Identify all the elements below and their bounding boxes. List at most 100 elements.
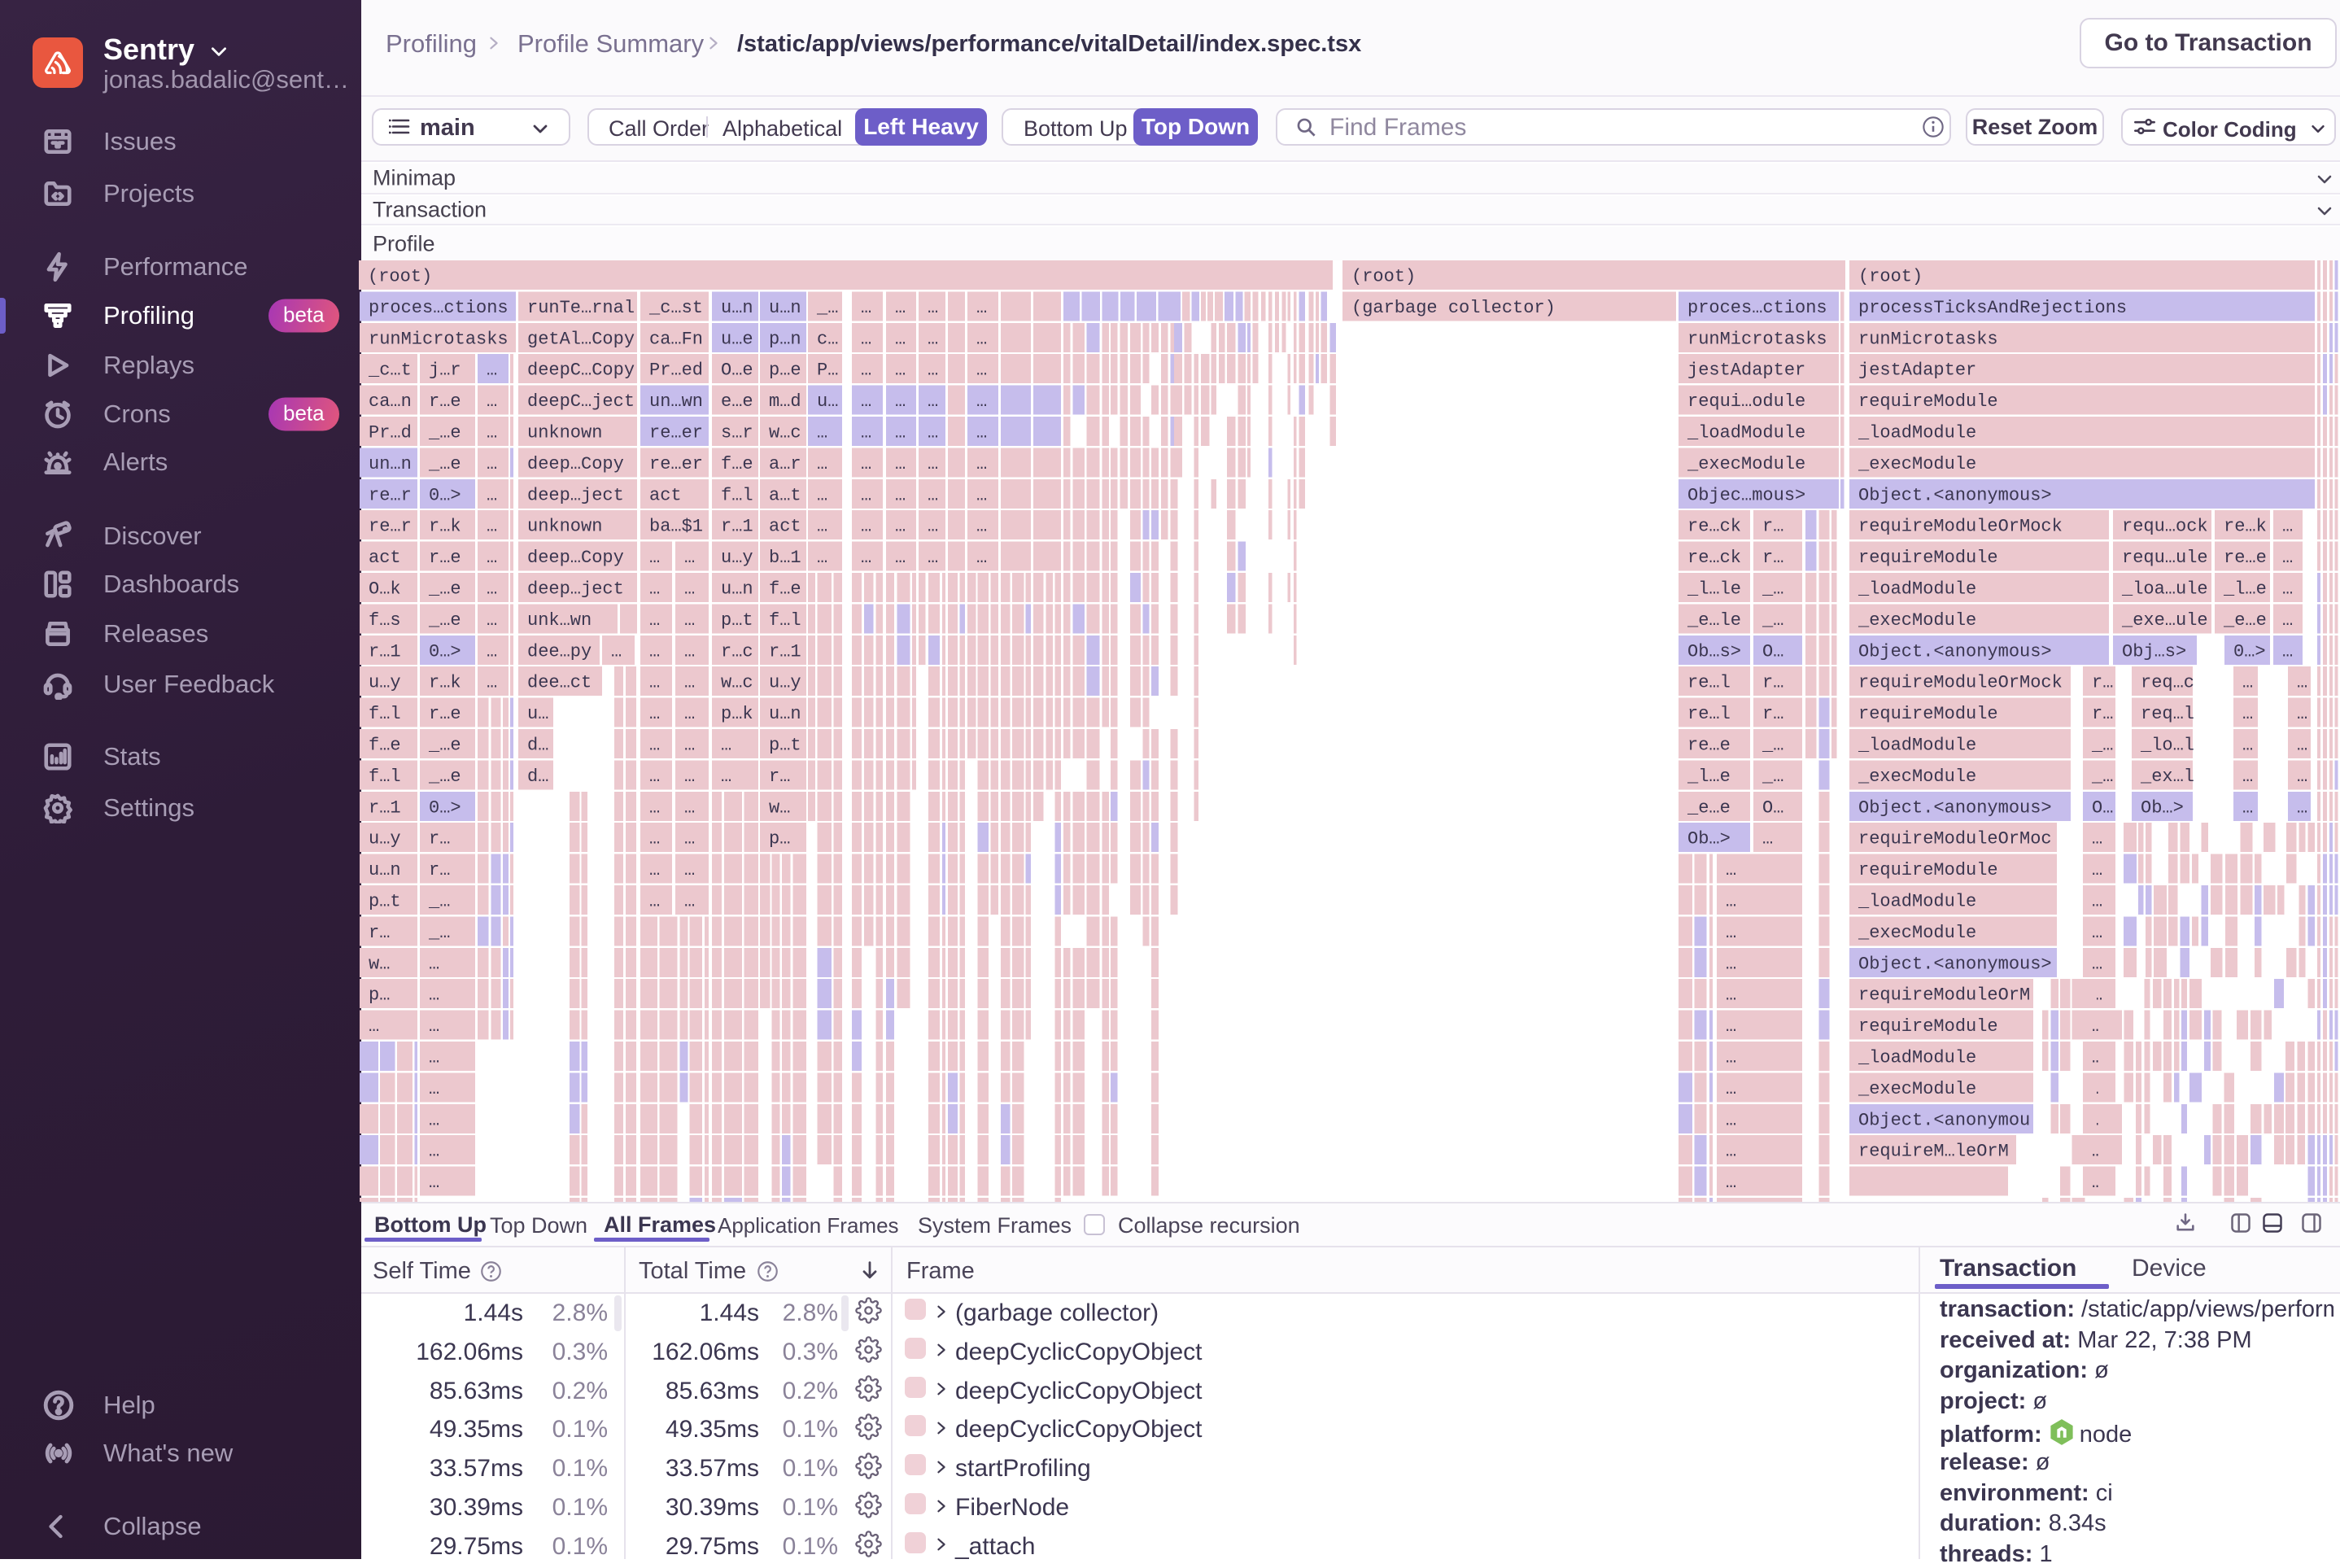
svg-text:…: … [487, 391, 497, 412]
svg-text:…: … [649, 892, 660, 912]
svg-text:requireModule: requireModule [1858, 860, 1998, 880]
svg-text:…: … [649, 704, 660, 724]
svg-text:…: … [928, 329, 938, 349]
svg-text:…: … [817, 423, 827, 443]
svg-text:runTe…rnal: runTe…rnal [527, 298, 635, 318]
svg-text:…: … [2297, 767, 2307, 787]
svg-text:u…y: u…y [769, 673, 801, 693]
svg-text:req…l: req…l [2141, 704, 2194, 724]
svg-text:act: act [649, 485, 682, 505]
svg-text:…: … [649, 829, 660, 850]
svg-text:…: … [429, 954, 439, 974]
svg-text:deep…Copy: deep…Copy [527, 454, 624, 474]
svg-text:Obj…s>: Obj…s> [2122, 641, 2186, 662]
svg-text:…: … [487, 485, 497, 505]
svg-text:…: … [2297, 673, 2307, 693]
svg-text:act: act [369, 548, 401, 568]
svg-text:requireM…leOrM: requireM…leOrM [1858, 1142, 2009, 1162]
svg-text:w…c: w…c [721, 673, 753, 693]
svg-text:f…l: f…l [721, 485, 753, 505]
svg-text:r…: r… [2092, 673, 2113, 693]
svg-text:…: … [895, 329, 906, 349]
svg-text:jestAdapter: jestAdapter [1858, 360, 1976, 381]
svg-text:ca…n: ca…n [369, 391, 412, 412]
svg-text:u…e: u…e [721, 329, 753, 349]
svg-text:Object.<anonymous>: Object.<anonymous> [1858, 485, 2052, 505]
svg-text:dee…ct: dee…ct [527, 673, 592, 693]
svg-text:_loadModule: _loadModule [1858, 423, 1976, 443]
svg-text:…: … [429, 985, 439, 1006]
svg-text:…: … [1726, 892, 1736, 912]
svg-text:requireModuleOrM: requireModuleOrM [1858, 985, 2030, 1006]
svg-text:…: … [861, 298, 871, 318]
svg-text:req…c: req…c [2141, 673, 2194, 693]
svg-text:…: … [1726, 923, 1736, 943]
svg-text:un…wn: un…wn [649, 391, 703, 412]
svg-text:…: … [487, 423, 497, 443]
svg-text:_…e: _…e [428, 579, 461, 600]
svg-text:0…>: 0…> [2233, 641, 2266, 662]
svg-text:_…: _… [816, 298, 838, 318]
svg-text:…: … [976, 329, 987, 349]
svg-text:…: … [861, 423, 871, 443]
svg-text:a…t: a…t [769, 485, 801, 505]
svg-text:…: … [1726, 1173, 1736, 1193]
svg-text:re…e: re…e [2224, 548, 2267, 568]
svg-text:m…d: m…d [769, 391, 801, 412]
svg-text:requireModuleOrMock: requireModuleOrMock [1858, 517, 2063, 537]
svg-text:r…: r… [769, 767, 790, 787]
svg-text:f…l: f…l [769, 610, 801, 631]
svg-text:…: … [895, 548, 906, 568]
svg-text:p…n: p…n [769, 329, 801, 349]
svg-text:…: … [895, 391, 906, 412]
svg-text:…: … [684, 673, 695, 693]
svg-text:re…er: re…er [649, 454, 703, 474]
svg-text:…: … [2282, 610, 2293, 631]
svg-text:…: … [684, 610, 695, 631]
svg-text:runMicrotasks: runMicrotasks [369, 329, 509, 349]
svg-text:O…: O… [1762, 641, 1783, 662]
svg-text:unknown: unknown [527, 517, 602, 537]
svg-text:d…: d… [527, 736, 548, 756]
svg-text:…: … [928, 548, 938, 568]
svg-text:deepC…Copy: deepC…Copy [527, 360, 635, 381]
svg-text:r…e: r…e [429, 391, 461, 412]
svg-text:…: … [2242, 673, 2253, 693]
svg-text:r…: r… [369, 923, 390, 943]
svg-text:r…1: r…1 [721, 517, 753, 537]
svg-text:u…: u… [527, 704, 548, 724]
svg-text:Pr…ed: Pr…ed [649, 360, 703, 381]
svg-text:…: … [684, 829, 695, 850]
svg-text:…: … [928, 517, 938, 537]
svg-text:_execModule: _execModule [1858, 923, 1976, 943]
svg-text:Object.<anonymou: Object.<anonymou [1858, 1110, 2030, 1130]
svg-text:r…1: r…1 [369, 641, 401, 662]
svg-text:u…n: u…n [721, 579, 753, 600]
svg-text:re…l: re…l [1687, 704, 1731, 724]
svg-text:r…1: r…1 [369, 797, 401, 818]
svg-text:…: … [429, 1142, 439, 1162]
svg-text:r…k: r…k [429, 517, 461, 537]
svg-text:…: … [861, 548, 871, 568]
svg-text:Object.<anonymous>: Object.<anonymous> [1858, 954, 2052, 974]
svg-text:_loadModule: _loadModule [1858, 579, 1976, 600]
svg-text:_…: _… [1762, 579, 1783, 600]
svg-text:r…: r… [1762, 673, 1783, 693]
svg-text:requi…odule: requi…odule [1687, 391, 1805, 412]
svg-text:…: … [2092, 923, 2102, 943]
svg-text:…: … [861, 485, 871, 505]
svg-text:…: … [487, 454, 497, 474]
svg-text:_…: _… [1762, 610, 1783, 631]
svg-text:_…e: _…e [428, 610, 461, 631]
svg-text:…: … [1726, 860, 1736, 880]
svg-text:…: … [2092, 892, 2102, 912]
svg-text:u…y: u…y [369, 829, 401, 850]
svg-text:act: act [769, 517, 801, 537]
svg-text:…: … [684, 797, 695, 818]
svg-text:…: … [817, 454, 827, 474]
svg-text:…: … [928, 485, 938, 505]
svg-text:_…e: _…e [428, 767, 461, 787]
svg-text:Pr…d: Pr…d [369, 423, 412, 443]
svg-text:jestAdapter: jestAdapter [1687, 360, 1805, 381]
svg-text:c…: c… [817, 329, 838, 349]
